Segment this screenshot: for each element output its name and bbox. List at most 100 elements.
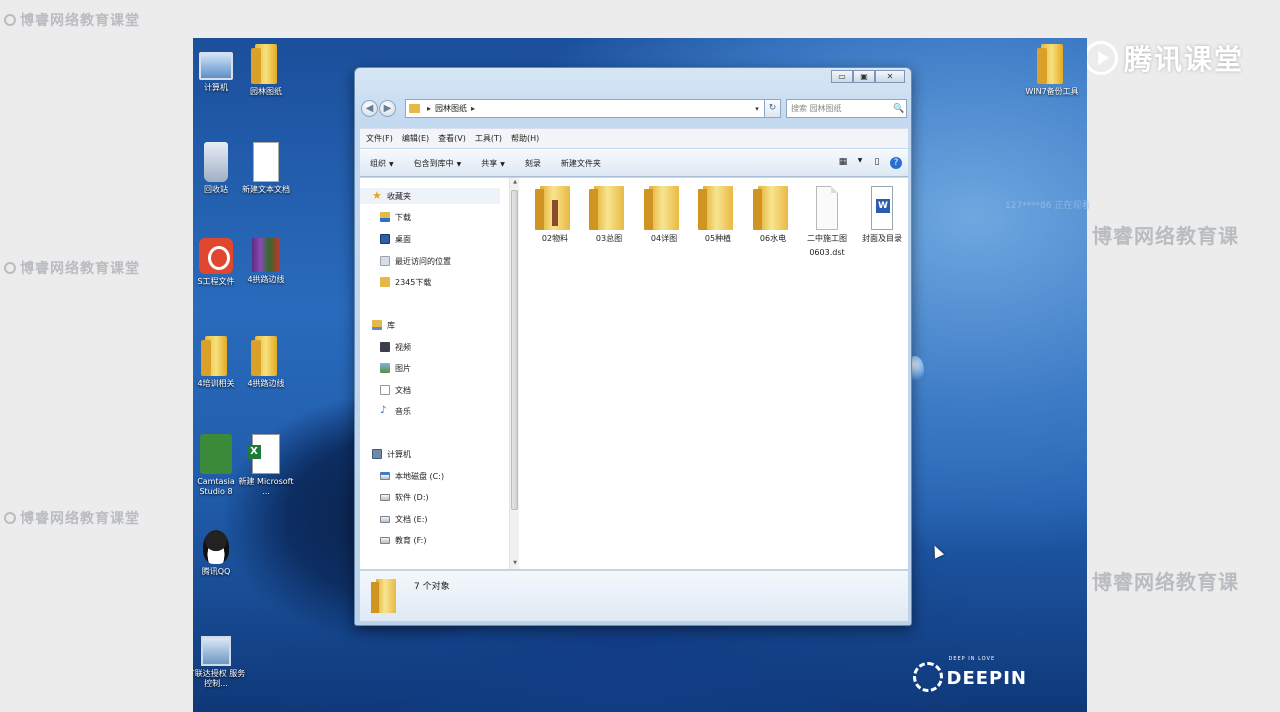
help-icon[interactable]: ?: [890, 157, 902, 169]
sidebar-item-documents[interactable]: 文档: [380, 382, 411, 398]
burn-button[interactable]: 刻录: [525, 158, 541, 169]
chevron-down-icon: ▼: [500, 160, 505, 168]
scroll-down-icon[interactable]: ▼: [511, 560, 519, 568]
file-item-dst[interactable]: 二中施工图 0603.dst: [800, 186, 854, 260]
menu-file[interactable]: 文件(F): [366, 133, 393, 144]
hard-drive-icon: [380, 515, 390, 523]
sidebar-item-music[interactable]: ♪ 音乐: [380, 403, 411, 419]
file-list: 02物料 03总图 04详图 05种植 06水电 二中施工图 0603.dst …: [520, 178, 908, 569]
red-app-icon: [199, 238, 233, 274]
file-item-folder[interactable]: 02物料: [528, 186, 582, 246]
address-bar[interactable]: ▸ 园林图纸 ▸ ▾: [405, 99, 765, 118]
menu-bar: 文件(F) 编辑(E) 查看(V) 工具(T) 帮助(H): [360, 128, 908, 148]
sidebar-item-drive-f[interactable]: 教育 (F:): [380, 532, 426, 548]
chevron-down-icon[interactable]: ▼: [856, 157, 864, 169]
new-folder-button[interactable]: 新建文件夹: [561, 158, 601, 169]
organize-button[interactable]: 组织 ▼: [370, 158, 394, 169]
computer-icon: [199, 52, 233, 80]
desktop-icon-garden-drawings[interactable]: 园林图纸: [234, 44, 298, 97]
pictures-icon: [380, 363, 390, 373]
desktop-icon-license-service[interactable]: 广联达授权 服务控制...: [193, 630, 248, 689]
share-button[interactable]: 共享 ▼: [481, 158, 505, 169]
documents-icon: [380, 385, 390, 395]
scrollbar-thumb[interactable]: [511, 190, 518, 510]
search-input[interactable]: 搜索 园林图纸 🔍: [786, 99, 907, 118]
navigation-bar: ◀ ▶ ▸ 园林图纸 ▸ ▾ ↻ 搜索 园林图纸 🔍: [361, 99, 907, 118]
sidebar-item-pictures[interactable]: 图片: [380, 360, 411, 376]
details-pane: 7 个对象: [360, 570, 908, 621]
play-icon: [1083, 41, 1118, 75]
breadcrumb-separator: ▸: [471, 104, 476, 113]
change-view-icon[interactable]: ▦: [836, 157, 850, 169]
deepin-swirl-icon: [912, 662, 943, 692]
desktop-icon-excel[interactable]: 新建 Microsoft ...: [234, 434, 298, 497]
tencent-classroom-logo: 腾讯课堂: [1083, 38, 1244, 78]
desktop-icon-new-text-document[interactable]: 新建文本文档: [234, 142, 298, 195]
sidebar-computer[interactable]: 计算机: [372, 446, 411, 462]
qq-penguin-icon: [203, 530, 229, 564]
watermark: 博睿网络教育课堂: [4, 10, 140, 30]
item-count: 7 个对象: [414, 582, 450, 592]
sidebar-item-downloads[interactable]: 下载: [380, 209, 411, 225]
explorer-window: ▭ ▣ ✕ ◀ ▶ ▸ 园林图纸 ▸ ▾ ↻ 搜索 园林图纸 🔍 文件(F) 编…: [354, 67, 912, 626]
sidebar-libraries[interactable]: 库: [372, 317, 395, 333]
file-item-folder[interactable]: 06水电: [746, 186, 800, 246]
system-drive-icon: [380, 472, 390, 480]
menu-edit[interactable]: 编辑(E): [402, 133, 429, 144]
file-item-document[interactable]: 封面及目录: [855, 186, 909, 246]
sidebar-item-drive-c[interactable]: 本地磁盘 (C:): [380, 468, 444, 484]
forward-button[interactable]: ▶: [379, 100, 396, 117]
sidebar-item-videos[interactable]: 视频: [380, 339, 411, 355]
search-icon[interactable]: 🔍: [892, 104, 906, 114]
include-in-library-button[interactable]: 包含到库中 ▼: [414, 158, 462, 169]
sidebar-item-drive-e[interactable]: 文档 (E:): [380, 511, 428, 527]
viewer-count-watermark: 127****86 正在观看: [1005, 201, 1091, 211]
close-button[interactable]: ✕: [875, 70, 905, 83]
address-dropdown-icon[interactable]: ▾: [750, 105, 764, 113]
breadcrumb-separator: ▸: [427, 104, 432, 113]
library-icon: [372, 320, 382, 330]
folder-icon: [589, 186, 624, 230]
folder-icon: [753, 186, 788, 230]
preview-pane-icon[interactable]: ▯: [870, 157, 884, 169]
text-document-icon: [253, 142, 279, 182]
minimize-button[interactable]: ▭: [831, 70, 853, 83]
camtasia-icon: [200, 434, 232, 474]
desktop-icon-archive[interactable]: 4拱路边线: [234, 238, 298, 285]
folder-icon: [1037, 44, 1063, 84]
menu-help[interactable]: 帮助(H): [511, 133, 539, 144]
refresh-button[interactable]: ↻: [765, 99, 781, 118]
desktop-icon-qq[interactable]: 腾讯QQ: [193, 530, 248, 577]
file-item-folder[interactable]: 04详图: [637, 186, 691, 246]
maximize-button[interactable]: ▣: [853, 70, 875, 83]
sidebar-item-drive-d[interactable]: 软件 (D:): [380, 489, 429, 505]
sidebar-favorites[interactable]: ★ 收藏夹: [360, 188, 500, 204]
deepin-logo: DEEP IN LOVE DEEPIN: [912, 656, 1028, 692]
excel-icon: [247, 434, 280, 474]
chevron-down-icon: ▼: [456, 160, 462, 168]
navigation-pane-scrollbar[interactable]: ▲ ▼: [509, 178, 519, 569]
breadcrumb-current[interactable]: 园林图纸: [435, 103, 467, 114]
file-item-folder[interactable]: 05种植: [691, 186, 745, 246]
content-pane: ★ 收藏夹 下载 桌面 最近访问的位置 2345下载 库 视频 图片 文档 ♪ 音乐…: [360, 178, 908, 569]
folder-icon: [251, 336, 277, 376]
desktop-icon-road-folder[interactable]: 4拱路边线: [234, 336, 298, 389]
sidebar-item-2345-downloads[interactable]: 2345下载: [380, 274, 431, 290]
word-document-icon: [871, 186, 893, 230]
desktop-icon-win7-backup[interactable]: WIN7备份工具: [1020, 44, 1084, 97]
file-item-folder[interactable]: 03总图: [582, 186, 636, 246]
folder-icon: [535, 186, 570, 230]
back-button[interactable]: ◀: [361, 100, 378, 117]
scroll-up-icon[interactable]: ▲: [511, 179, 519, 187]
recent-places-icon: [380, 256, 390, 266]
computer-icon: [372, 449, 382, 459]
menu-tools[interactable]: 工具(T): [475, 133, 502, 144]
downloads-icon: [380, 212, 390, 222]
menu-view[interactable]: 查看(V): [438, 133, 466, 144]
window-caption-buttons: ▭ ▣ ✕: [831, 70, 905, 83]
hard-drive-icon: [380, 536, 390, 544]
folder-icon: [380, 277, 390, 287]
folder-icon: [698, 186, 733, 230]
sidebar-item-desktop[interactable]: 桌面: [380, 231, 411, 247]
sidebar-item-recent-places[interactable]: 最近访问的位置: [380, 253, 451, 269]
